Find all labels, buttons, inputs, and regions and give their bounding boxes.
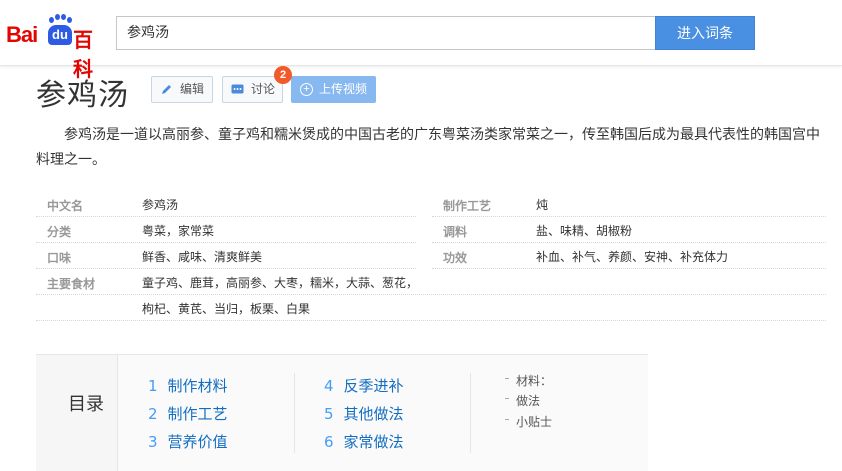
toc-subitem-label: 小贴士 [516,415,553,429]
toc-item-label: 制作工艺 [167,405,228,423]
toc-item-other-methods[interactable]: 5 其他做法 [324,403,404,424]
toc-item-label: 制作材料 [167,377,228,395]
upload-video-label: 上传视频 [319,82,368,96]
info-value: 鲜香、咸味、清爽鲜美 [142,250,263,264]
edit-button[interactable]: 编辑 [151,76,213,103]
info-row-seasoning: 调料 盐、味精、胡椒粉 [432,217,826,243]
info-key: 主要食材 [47,277,96,291]
paw-icon [48,14,72,24]
info-key: 分类 [47,225,72,239]
info-row-efficacy: 功效 补血、补气、养颜、安神、补充体力 [432,243,826,269]
upload-video-button[interactable]: + 上传视频 [291,76,376,103]
table-of-contents: 目录 1 制作材料 2 制作工艺 3 营养价值 4 反季进补 5 其他做法 6 家常做法 材… [36,354,648,471]
toc-item-offseason[interactable]: 4 反季进补 [324,375,404,396]
toc-divider [294,373,295,453]
toc-item-nutrition[interactable]: 3 营养价值 [148,431,228,452]
toc-item-technique[interactable]: 2 制作工艺 [148,403,228,424]
info-value: 童子鸡、鹿茸，高丽参、大枣，糯米，大蒜、葱花， [142,276,419,290]
bullet-icon [505,419,509,420]
toc-item-label: 营养价值 [167,433,228,451]
toc-subitem-label: 材料： [516,374,553,388]
search-input[interactable]: 参鸡汤 [116,16,656,50]
toc-subitem[interactable]: 做法 [505,392,541,409]
bullet-icon [505,378,509,379]
logo-bai-text: Bai [6,22,38,47]
top-bar: Bai du 百科 参鸡汤 进入词条 [0,0,842,81]
enter-entry-button[interactable]: 进入词条 [655,16,755,50]
toc-item-number: 4 [324,377,334,395]
toc-item-label: 其他做法 [343,405,404,423]
discuss-count-badge: 2 [274,66,292,84]
toc-subitem[interactable]: 小贴士 [505,413,553,430]
toc-item-number: 5 [324,405,334,423]
info-row-chinese-name: 中文名 参鸡汤 [36,191,416,217]
toc-divider [470,373,471,453]
info-row-main-ingredients-cont: 枸杞、黄芪、当归，板栗、白果 [36,295,826,321]
info-value: 参鸡汤 [142,198,179,212]
info-key: 调料 [443,225,468,239]
info-value: 炖 [536,198,549,212]
info-key: 制作工艺 [443,199,492,213]
toc-item-number: 6 [324,433,334,451]
summary-paragraph: 参鸡汤是一道以高丽参、童子鸡和糯米煲成的中国古老的广东粤菜汤类家常菜之一，传至韩… [36,127,820,168]
toc-item-label: 反季进补 [343,377,404,395]
info-key: 功效 [443,251,468,265]
info-row-technique: 制作工艺 炖 [432,191,826,217]
page-title: 参鸡汤 [36,78,129,113]
bullet-icon [505,398,509,399]
baidu-baike-logo[interactable]: Bai du 百科 [6,12,110,81]
info-value: 补血、补气、养颜、安神、补充体力 [536,250,729,264]
edit-button-label: 编辑 [180,82,205,96]
toc-header-panel: 目录 [36,355,118,471]
chat-bubble-icon [231,84,244,94]
toc-item-label: 家常做法 [343,433,404,451]
plus-circle-icon: + [300,83,313,96]
info-key: 中文名 [47,199,84,213]
info-row-taste: 口味 鲜香、咸味、清爽鲜美 [36,243,416,269]
info-value: 粤菜，家常菜 [142,224,215,238]
info-value: 盐、味精、胡椒粉 [536,224,633,238]
info-row-category: 分类 粤菜，家常菜 [36,217,416,243]
info-value: 枸杞、黄芪、当归，板栗、白果 [142,302,311,316]
toc-subitem[interactable]: 材料： [505,372,553,389]
toc-item-number: 3 [148,433,158,451]
toc-item-home-methods[interactable]: 6 家常做法 [324,431,404,452]
pencil-icon [162,85,171,94]
toc-title: 目录 [68,394,104,415]
discuss-button[interactable]: 讨论 [222,76,283,103]
info-key: 口味 [47,251,72,265]
toc-subitem-label: 做法 [516,394,541,408]
logo-du-text: du [48,25,72,45]
toc-item-number: 1 [148,377,158,395]
toc-item-number: 2 [148,405,158,423]
info-row-main-ingredients: 主要食材 童子鸡、鹿茸，高丽参、大枣，糯米，大蒜、葱花， [36,269,826,295]
discuss-button-label: 讨论 [251,82,276,96]
toc-item-materials[interactable]: 1 制作材料 [148,375,228,396]
